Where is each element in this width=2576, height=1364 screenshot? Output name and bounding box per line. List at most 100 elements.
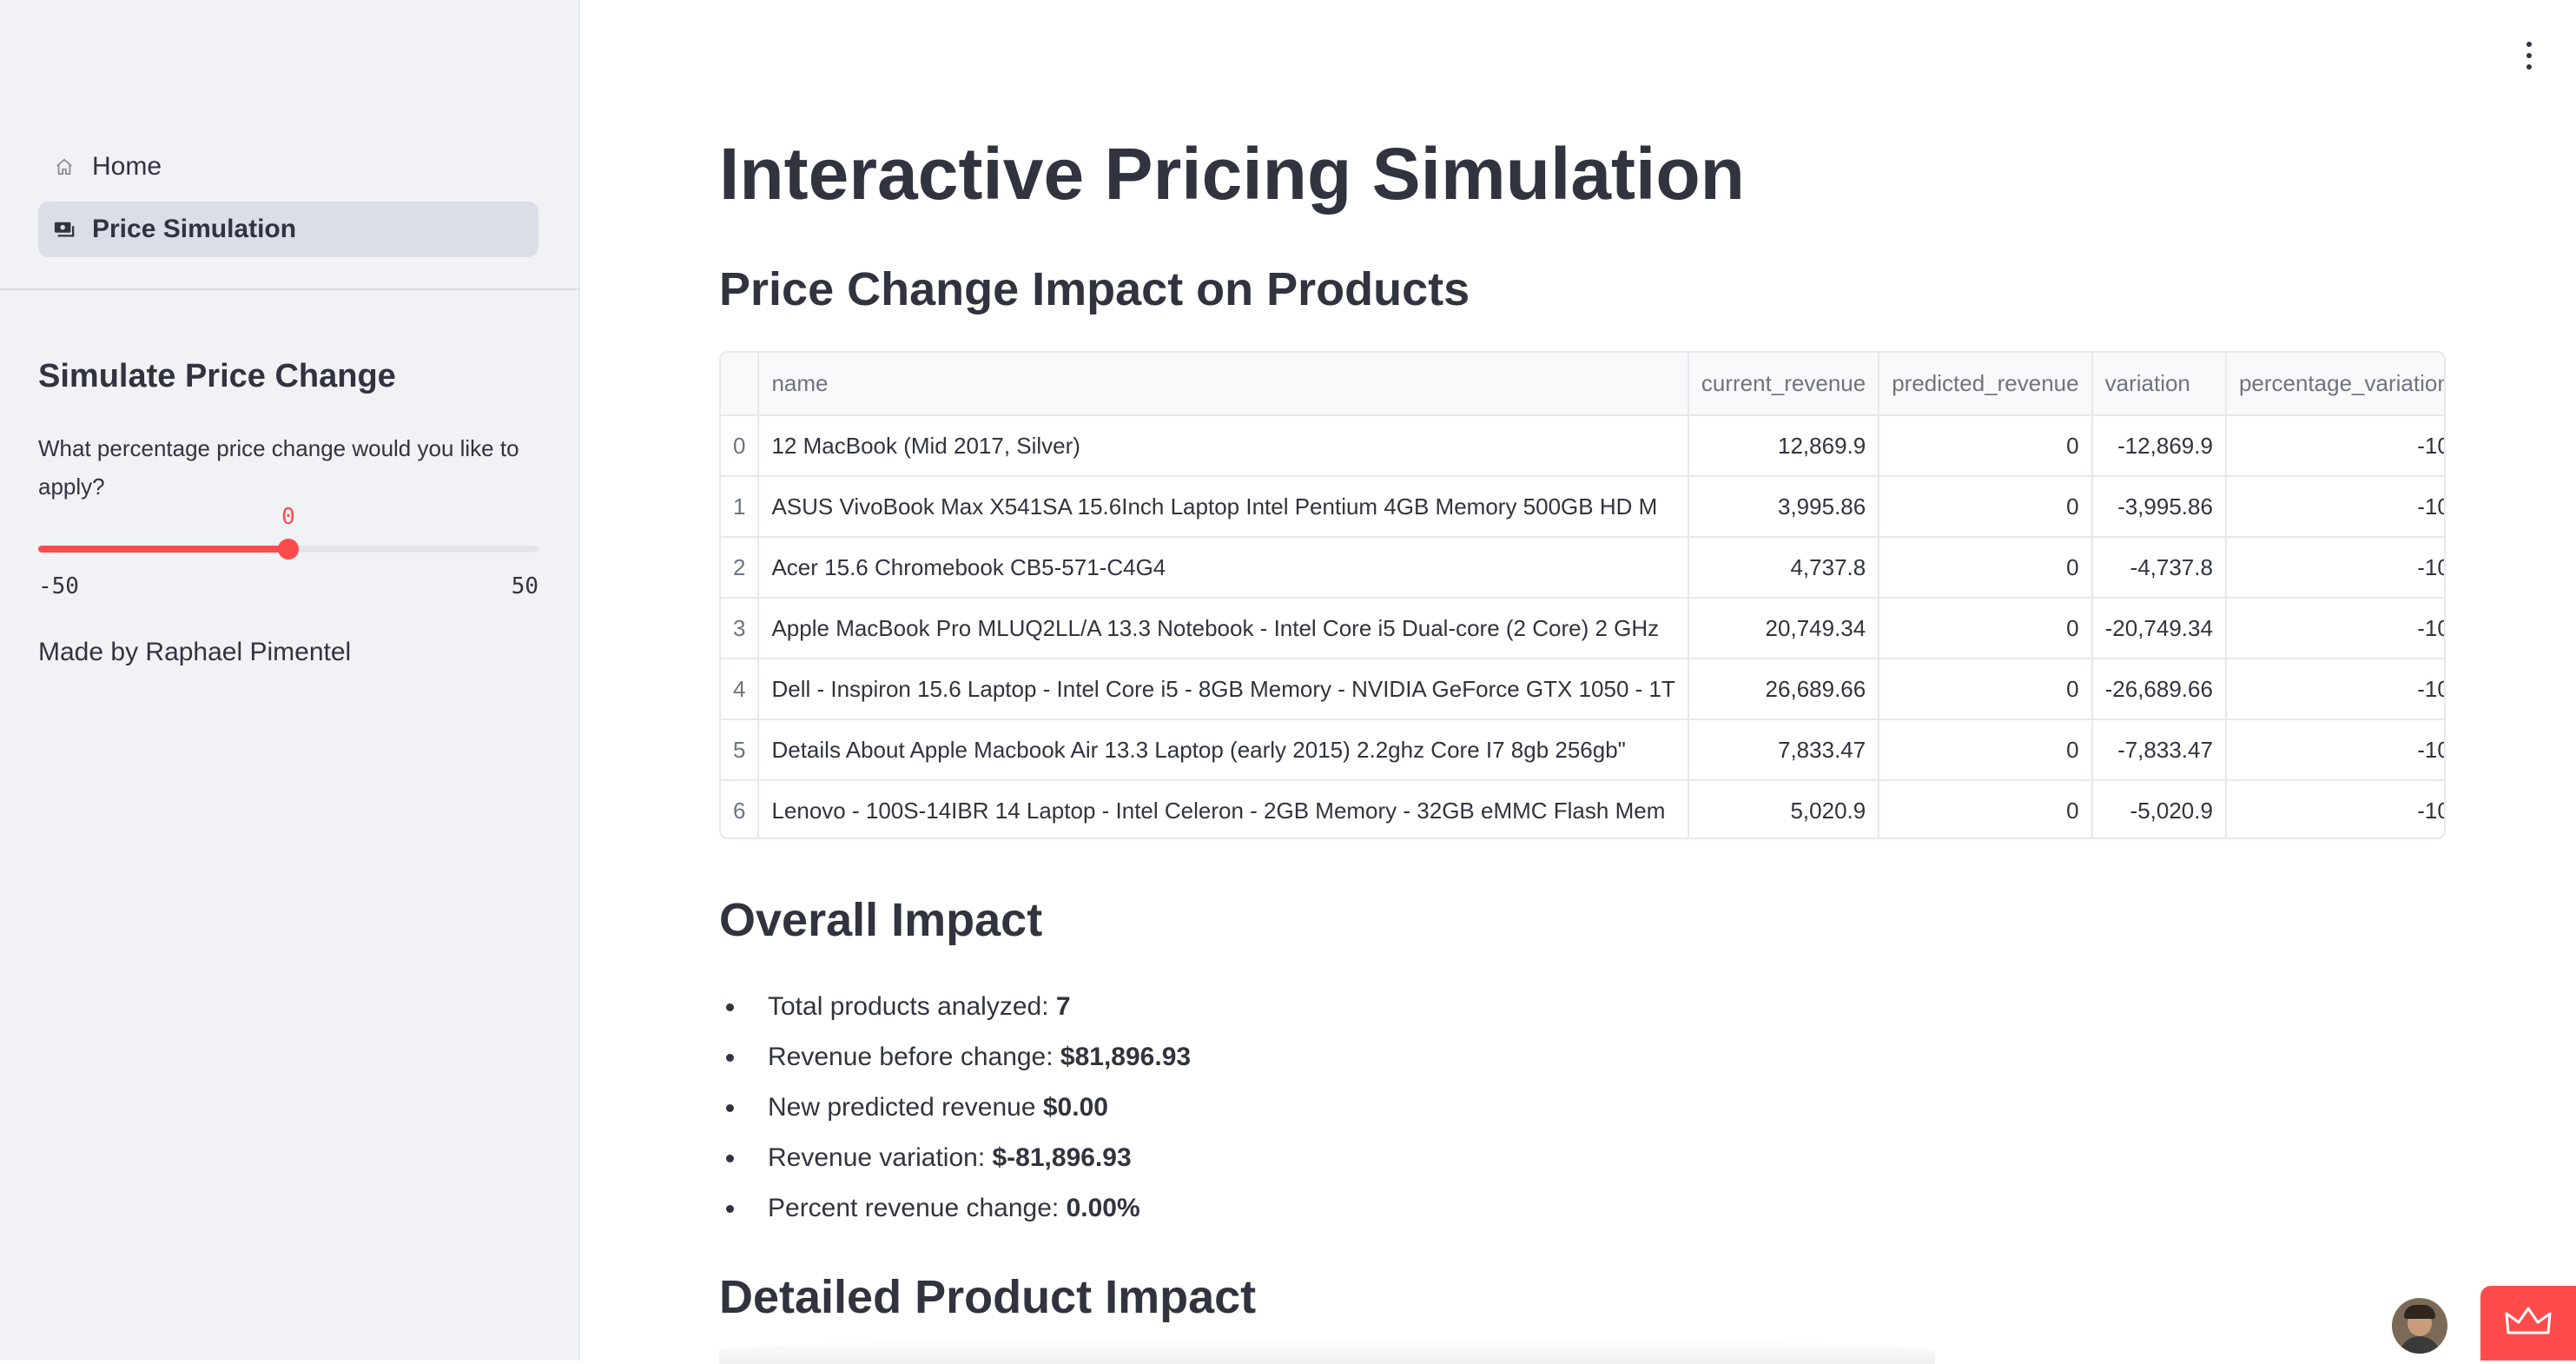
table-cell-variation[interactable]: -5,020.9 (2091, 780, 2227, 838)
streamlit-badge[interactable] (2480, 1286, 2576, 1361)
table-row: 1 ASUS VivoBook Max X541SA 15.6Inch Lapt… (721, 476, 2444, 538)
column-header-variation[interactable]: variation (2091, 353, 2227, 416)
table-row: 5 Details About Apple Macbook Air 13.3 L… (721, 719, 2444, 781)
table-cell-percentage-variation[interactable]: -10 (2225, 415, 2444, 477)
table-cell-current-revenue[interactable]: 26,689.66 (1688, 659, 1880, 720)
impact-value: $0.00 (1042, 1093, 1108, 1122)
slider-thumb[interactable] (278, 539, 299, 560)
table-cell-percentage-variation[interactable]: -10 (2225, 719, 2444, 781)
impact-label: Percent revenue change: (768, 1194, 1067, 1222)
product-impact-table[interactable]: name current_revenue predicted_revenue v… (719, 351, 2446, 839)
table-cell-name[interactable]: Lenovo - 100S-14IBR 14 Laptop - Intel Ce… (758, 780, 1689, 838)
page-title: Interactive Pricing Simulation (719, 133, 1745, 215)
column-header-predicted-revenue[interactable]: predicted_revenue (1879, 353, 2093, 416)
table-cell-predicted-revenue[interactable]: 0 (1879, 537, 2093, 599)
table-heading: Price Change Impact on Products (719, 263, 1470, 315)
impact-value: 7 (1055, 992, 1071, 1021)
table-header-row: name current_revenue predicted_revenue v… (721, 353, 2444, 416)
table-cell-index[interactable]: 2 (721, 537, 760, 599)
slider-max-label: 50 (511, 573, 538, 599)
table-cell-current-revenue[interactable]: 3,995.86 (1688, 476, 1880, 538)
table-cell-index[interactable]: 1 (721, 476, 760, 538)
sidebar: Home Price Simulation Simulate Price Cha… (0, 0, 580, 1361)
list-item: Revenue before change: $81,896.93 (719, 1032, 1191, 1083)
slider-fill (38, 546, 288, 553)
table-cell-name[interactable]: Dell - Inspiron 15.6 Laptop - Intel Core… (758, 659, 1689, 720)
impact-value: $-81,896.93 (992, 1143, 1132, 1172)
table-cell-predicted-revenue[interactable]: 0 (1879, 598, 2093, 659)
sidebar-item-label: Home (92, 152, 162, 181)
impact-list: Total products analyzed: 7 Revenue befor… (719, 982, 1191, 1234)
sidebar-item-home[interactable]: Home (38, 139, 538, 195)
table-cell-variation[interactable]: -4,737.8 (2091, 537, 2227, 599)
home-icon (54, 156, 75, 177)
table-cell-index[interactable]: 6 (721, 780, 760, 838)
impact-label: Revenue before change: (768, 1043, 1060, 1071)
avatar-hair (2404, 1305, 2435, 1319)
impact-label: New predicted revenue (768, 1093, 1043, 1122)
simulate-header: Simulate Price Change (38, 358, 396, 394)
table-cell-percentage-variation[interactable]: -10 (2225, 537, 2444, 599)
sidebar-divider (0, 288, 580, 290)
table-cell-current-revenue[interactable]: 4,737.8 (1688, 537, 1880, 599)
table-cell-name[interactable]: 12 MacBook (Mid 2017, Silver) (758, 415, 1689, 477)
table-cell-name[interactable]: Apple MacBook Pro MLUQ2LL/A 13.3 Noteboo… (758, 598, 1689, 659)
avatar[interactable] (2392, 1298, 2447, 1354)
table-cell-percentage-variation[interactable]: -10 (2225, 659, 2444, 720)
slider-current-value: 0 (281, 504, 295, 530)
table-cell-name[interactable]: Details About Apple Macbook Air 13.3 Lap… (758, 719, 1689, 781)
table-row: 4 Dell - Inspiron 15.6 Laptop - Intel Co… (721, 659, 2444, 720)
table-cell-predicted-revenue[interactable]: 0 (1879, 415, 2093, 477)
table-row: 0 12 MacBook (Mid 2017, Silver) 12,869.9… (721, 415, 2444, 477)
table-row: 6 Lenovo - 100S-14IBR 14 Laptop - Intel … (721, 780, 2444, 838)
table-cell-percentage-variation[interactable]: -10 (2225, 476, 2444, 538)
sidebar-item-label: Price Simulation (92, 215, 297, 243)
overall-impact-heading: Overall Impact (719, 894, 1043, 946)
menu-dot (2526, 53, 2532, 58)
table-cell-index[interactable]: 5 (721, 719, 760, 781)
table-cell-name[interactable]: Acer 15.6 Chromebook CB5-571-C4G4 (758, 537, 1689, 599)
table-cell-predicted-revenue[interactable]: 0 (1879, 476, 2093, 538)
list-item: Percent revenue change: 0.00% (719, 1183, 1191, 1234)
avatar-body (2399, 1336, 2441, 1354)
credit-text: Made by Raphael Pimentel (38, 638, 352, 666)
slider-question: What percentage price change would you l… (38, 435, 519, 500)
column-header-index[interactable] (721, 353, 760, 416)
table-cell-current-revenue[interactable]: 12,869.9 (1688, 415, 1880, 477)
table-cell-index[interactable]: 0 (721, 415, 760, 477)
table-cell-index[interactable]: 4 (721, 659, 760, 720)
impact-value: 0.00% (1066, 1194, 1140, 1222)
table-cell-name[interactable]: ASUS VivoBook Max X541SA 15.6Inch Laptop… (758, 476, 1689, 538)
table-row: 2 Acer 15.6 Chromebook CB5-571-C4G4 4,73… (721, 537, 2444, 599)
table-cell-predicted-revenue[interactable]: 0 (1879, 719, 2093, 781)
table-cell-percentage-variation[interactable]: -10 (2225, 780, 2444, 838)
column-header-current-revenue[interactable]: current_revenue (1688, 353, 1880, 416)
main-menu-button[interactable] (2519, 38, 2540, 73)
menu-dot (2526, 64, 2532, 70)
table-cell-predicted-revenue[interactable]: 0 (1879, 659, 2093, 720)
table-cell-variation[interactable]: -26,689.66 (2091, 659, 2227, 720)
table-cell-percentage-variation[interactable]: -10 (2225, 598, 2444, 659)
price-change-slider[interactable]: 0 -50 50 (38, 504, 538, 608)
list-item: New predicted revenue $0.00 (719, 1083, 1191, 1133)
impact-label: Total products analyzed: (768, 992, 1056, 1021)
crown-icon (2505, 1307, 2552, 1341)
table-cell-variation[interactable]: -3,995.86 (2091, 476, 2227, 538)
sidebar-nav: Home Price Simulation (38, 139, 538, 264)
table-cell-current-revenue[interactable]: 7,833.47 (1688, 719, 1880, 781)
impact-label: Revenue variation: (768, 1143, 993, 1172)
table-cell-index[interactable]: 3 (721, 598, 760, 659)
table-cell-predicted-revenue[interactable]: 0 (1879, 780, 2093, 838)
column-header-name[interactable]: name (758, 353, 1689, 416)
table-cell-current-revenue[interactable]: 5,020.9 (1688, 780, 1880, 838)
list-item: Total products analyzed: 7 (719, 982, 1191, 1032)
detailed-impact-heading: Detailed Product Impact (719, 1271, 1257, 1323)
table-cell-current-revenue[interactable]: 20,749.34 (1688, 598, 1880, 659)
menu-dot (2526, 42, 2532, 47)
column-header-percentage-variation[interactable]: percentage_variation (2225, 353, 2444, 416)
sidebar-item-price-simulation[interactable]: Price Simulation (38, 202, 538, 257)
list-item: Revenue variation: $-81,896.93 (719, 1133, 1191, 1183)
table-cell-variation[interactable]: -20,749.34 (2091, 598, 2227, 659)
table-cell-variation[interactable]: -7,833.47 (2091, 719, 2227, 781)
table-cell-variation[interactable]: -12,869.9 (2091, 415, 2227, 477)
